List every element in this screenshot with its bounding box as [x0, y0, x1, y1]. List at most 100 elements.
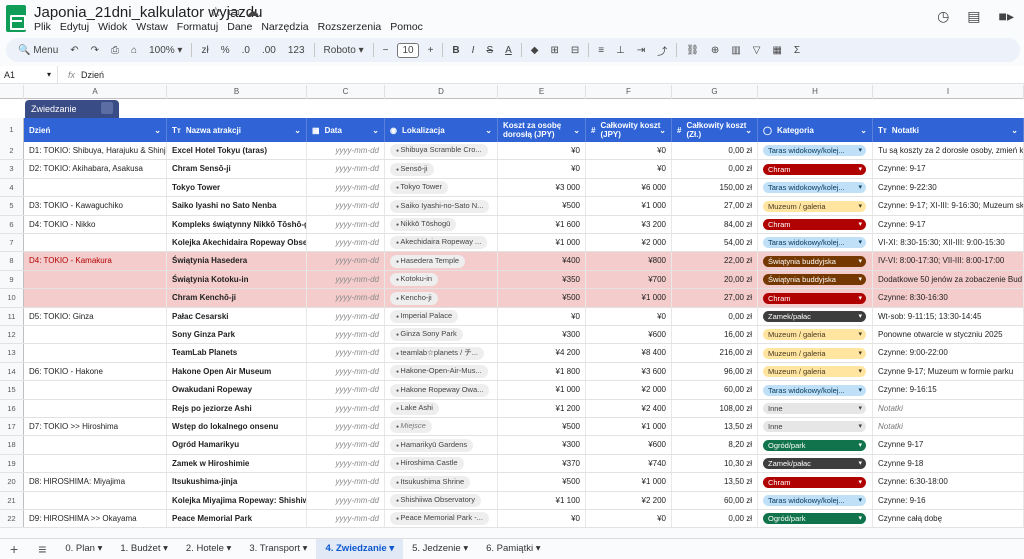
cell-location[interactable]: Ginza Sony Park	[385, 326, 498, 344]
header-cell[interactable]: Koszt za osobę dorosłą (JPY) ⌄	[498, 118, 586, 142]
cell-category[interactable]: Zamek/pałac	[758, 307, 873, 325]
cell-location[interactable]: Tokyo Tower	[385, 178, 498, 197]
category-chip[interactable]: Taras widokowy/kolej...	[763, 237, 866, 249]
cell-category[interactable]: Muzeum / galeria	[758, 362, 873, 381]
cell-attraction-name[interactable]: Świątynia Kotoku-in	[167, 270, 307, 289]
row-number[interactable]: 17	[0, 418, 24, 436]
cell-attraction-name[interactable]: Ogród Hamarikyu	[167, 436, 307, 454]
menu-1[interactable]: Edytuj	[60, 21, 89, 33]
move-folder-icon[interactable]: ▭	[228, 4, 240, 20]
column-header-G[interactable]: G	[672, 85, 758, 99]
cell-location[interactable]: Hamarikyū Gardens	[385, 436, 498, 454]
cell-cost-per-adult[interactable]: ¥0	[498, 160, 586, 178]
sheet-tab[interactable]: 3. Transport ▾	[240, 539, 316, 559]
location-chip[interactable]: teamlab☆planets / チ...	[390, 346, 485, 360]
category-chip[interactable]: Ogród/park	[763, 439, 866, 451]
column-menu-chevron-icon[interactable]: ⌄	[745, 126, 752, 135]
cell-notes[interactable]: Czynne: 9:00-22:00	[873, 344, 1024, 362]
location-chip[interactable]: Kencho-ji	[390, 291, 438, 305]
font-size-input[interactable]: 10	[397, 42, 419, 58]
cell-cost-per-adult[interactable]: ¥1 000	[498, 381, 586, 399]
font-size-decrease-button[interactable]: −	[377, 45, 395, 56]
cell-total-jpy[interactable]: ¥600	[586, 326, 672, 344]
cell-notes[interactable]: Wt-sob: 9-11:15; 13:30-14:45	[873, 307, 1024, 325]
cell-date[interactable]: yyyy-mm-dd	[307, 289, 385, 307]
cell-total-jpy[interactable]: ¥2 200	[586, 491, 672, 509]
history-icon[interactable]: ◷	[937, 8, 949, 25]
cell-notes[interactable]: Czynne 9-17	[873, 436, 1024, 454]
cell-category[interactable]: Chram	[758, 473, 873, 491]
cell-notes[interactable]: Czynne: 9-17	[873, 160, 1024, 178]
category-chip[interactable]: Zamek/pałac	[763, 310, 866, 322]
cell-day[interactable]	[24, 454, 167, 473]
cell-attraction-name[interactable]: Sony Ginza Park	[167, 326, 307, 344]
row-number[interactable]: 14	[0, 362, 24, 381]
menu-4[interactable]: Formatuj	[177, 21, 218, 33]
cell-total-jpy[interactable]: ¥6 000	[586, 178, 672, 197]
horizontal-align-icon[interactable]: ≡	[592, 45, 610, 56]
cell-category[interactable]: Ogród/park	[758, 510, 873, 528]
cell-date[interactable]: yyyy-mm-dd	[307, 326, 385, 344]
location-chip[interactable]: Hakone-Open-Air-Mus...	[390, 365, 488, 379]
cell-day[interactable]: D9: HIROSHIMA >> Okayama	[24, 510, 167, 528]
cell-date[interactable]: yyyy-mm-dd	[307, 436, 385, 454]
name-box[interactable]: A1	[0, 65, 58, 84]
row-number[interactable]: 1	[0, 118, 24, 142]
sheet-tab[interactable]: 2. Hotele ▾	[177, 539, 240, 559]
cell-total-jpy[interactable]: ¥800	[586, 252, 672, 270]
row-number[interactable]: 8	[0, 252, 24, 270]
filter-views-icon[interactable]: ▦	[766, 45, 787, 56]
cell-category[interactable]: Inne	[758, 399, 873, 417]
row-number[interactable]: 11	[0, 307, 24, 325]
more-formats-button[interactable]: 123	[282, 45, 311, 56]
cell-category[interactable]: Ogród/park	[758, 436, 873, 454]
cell-total-pln[interactable]: 0,00 zł	[672, 510, 758, 528]
cell-total-pln[interactable]: 108,00 zł	[672, 399, 758, 417]
percent-format-button[interactable]: %	[215, 45, 236, 56]
cell-date[interactable]: yyyy-mm-dd	[307, 381, 385, 399]
cell-notes[interactable]: Czynne: 9-16	[873, 491, 1024, 509]
cell-total-pln[interactable]: 60,00 zł	[672, 381, 758, 399]
cell-date[interactable]: yyyy-mm-dd	[307, 270, 385, 289]
cell-cost-per-adult[interactable]: ¥1 800	[498, 362, 586, 381]
cell-cost-per-adult[interactable]: ¥370	[498, 454, 586, 473]
cell-total-pln[interactable]: 8,20 zł	[672, 436, 758, 454]
menu-2[interactable]: Widok	[98, 21, 127, 33]
location-chip[interactable]: Tokyo Tower	[390, 181, 448, 195]
cell-cost-per-adult[interactable]: ¥500	[498, 418, 586, 436]
column-header-A[interactable]: A	[24, 85, 167, 99]
category-chip[interactable]: Świątynia buddyjska	[763, 255, 866, 267]
cell-category[interactable]: Zamek/pałac	[758, 454, 873, 473]
category-chip[interactable]: Świątynia buddyjska	[763, 274, 866, 286]
cell-category[interactable]: Muzeum / galeria	[758, 326, 873, 344]
text-color-button[interactable]: A	[499, 45, 518, 56]
print-icon[interactable]: ⎙	[105, 45, 125, 56]
insert-link-icon[interactable]: ⛓	[680, 45, 705, 56]
bold-button[interactable]: B	[446, 45, 465, 56]
column-menu-chevron-icon[interactable]: ⌄	[372, 126, 379, 135]
cell-day[interactable]: D7: TOKIO >> Hiroshima	[24, 418, 167, 436]
cell-attraction-name[interactable]: Chram Sensō-ji	[167, 160, 307, 178]
category-chip[interactable]: Chram	[763, 163, 866, 175]
category-chip[interactable]: Muzeum / galeria	[763, 329, 866, 341]
row-number[interactable]: 20	[0, 473, 24, 491]
row-number[interactable]: 4	[0, 178, 24, 197]
cell-cost-per-adult[interactable]: ¥1 200	[498, 399, 586, 417]
cell-total-pln[interactable]: 150,00 zł	[672, 178, 758, 197]
cell-category[interactable]: Chram	[758, 160, 873, 178]
cell-total-jpy[interactable]: ¥1 000	[586, 197, 672, 215]
cell-total-jpy[interactable]: ¥8 400	[586, 344, 672, 362]
location-chip[interactable]: Akechidaira Ropeway ...	[390, 236, 488, 250]
header-cell[interactable]: Tт Notatki ⌄	[873, 118, 1024, 142]
column-header-E[interactable]: E	[498, 85, 586, 99]
cell-total-pln[interactable]: 13,50 zł	[672, 418, 758, 436]
cell-day[interactable]	[24, 270, 167, 289]
category-chip[interactable]: Taras widokowy/kolej...	[763, 384, 866, 396]
cell-day[interactable]: D1: TOKIO: Shibuya, Harajuku & Shinjuku	[24, 142, 167, 160]
cell-total-pln[interactable]: 22,00 zł	[672, 252, 758, 270]
italic-button[interactable]: I	[466, 45, 481, 56]
cell-date[interactable]: yyyy-mm-dd	[307, 418, 385, 436]
cell-cost-per-adult[interactable]: ¥500	[498, 289, 586, 307]
cell-day[interactable]: D4: TOKIO - Kamakura	[24, 252, 167, 270]
menu-6[interactable]: Narzędzia	[261, 21, 308, 33]
